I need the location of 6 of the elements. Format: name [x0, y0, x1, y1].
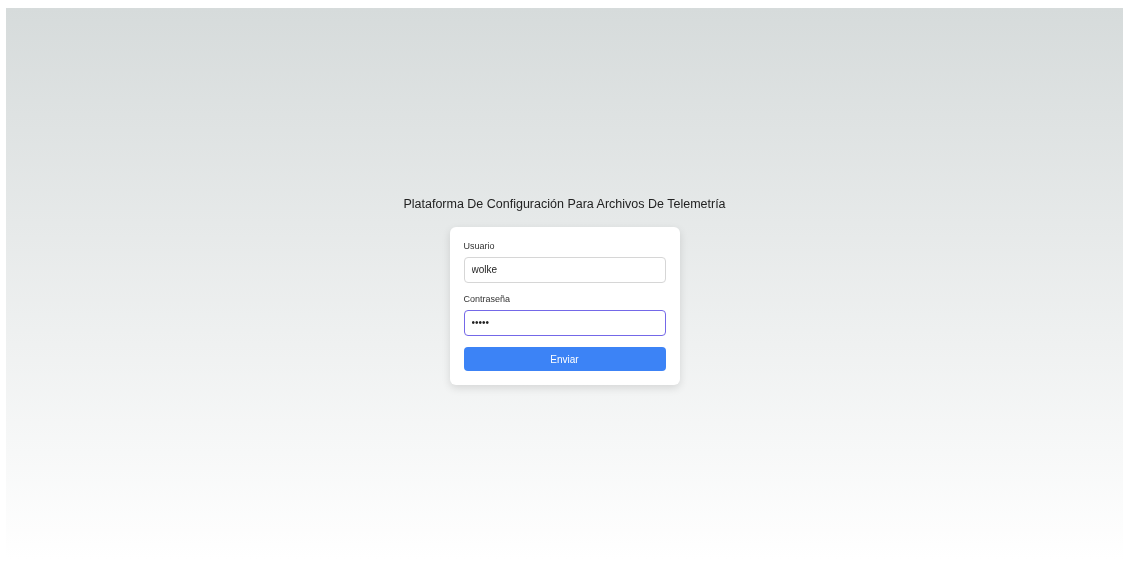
field-label: Contraseña: [463, 292, 512, 306]
page-title: Plataforma De Configuración Para Archivos De Telemetría: [403, 196, 726, 213]
submit-button[interactable]: Enviar: [463, 347, 666, 372]
input-field[interactable]: wolke: [463, 256, 666, 283]
field-label: Usuario: [463, 239, 496, 253]
input-field[interactable]: •••••: [463, 309, 666, 336]
